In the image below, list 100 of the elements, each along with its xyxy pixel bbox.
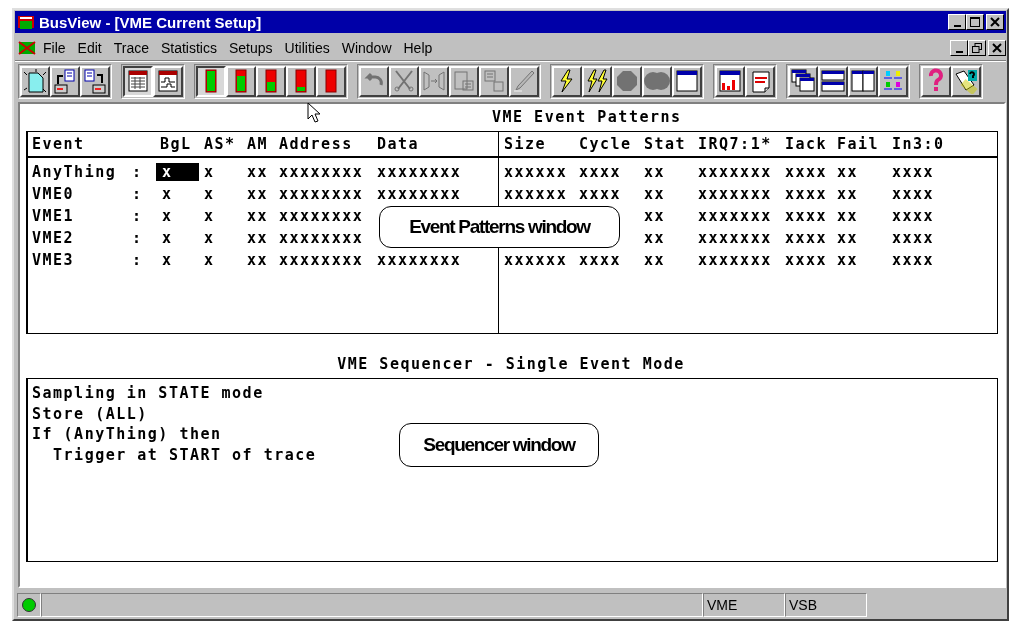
close-icon xyxy=(992,43,1002,53)
callout-label: Sequencer window xyxy=(399,423,599,467)
cascade-windows-button[interactable] xyxy=(788,65,818,97)
pattern-cell[interactable]: xxxxxxxx xyxy=(279,163,364,181)
event-name[interactable]: VME2 xyxy=(32,229,75,247)
table-view-button[interactable] xyxy=(123,65,153,97)
pattern-cell[interactable]: x xyxy=(156,229,173,247)
pattern-cell[interactable]: xxxx xyxy=(892,207,935,225)
pattern-cell[interactable]: xxxxxxxx xyxy=(377,185,462,203)
pattern-cell[interactable]: xxxxxxxx xyxy=(279,185,364,203)
pattern-cell[interactable]: xxxx xyxy=(892,185,935,203)
menu-item[interactable]: Trace xyxy=(107,38,155,58)
menu-item[interactable]: Edit xyxy=(71,38,108,58)
window-button[interactable] xyxy=(672,65,702,97)
pattern-cell[interactable]: xxxxxx xyxy=(504,163,568,181)
octagon-icon xyxy=(614,68,640,94)
open-icon xyxy=(52,68,78,94)
split-icon xyxy=(421,68,447,94)
pattern-cell[interactable]: x xyxy=(156,207,173,225)
pattern-cell[interactable]: x xyxy=(156,185,173,203)
pattern-cell[interactable]: xxxxxxxx xyxy=(377,251,462,269)
menu-item[interactable]: Utilities xyxy=(278,38,336,58)
trigger-button[interactable] xyxy=(552,65,582,97)
panel-title: VME Event Patterns xyxy=(492,107,682,128)
restore-button[interactable] xyxy=(968,40,986,56)
arrange-icons-button[interactable] xyxy=(878,65,908,97)
pattern-cell[interactable]: x xyxy=(156,251,173,269)
close-button[interactable] xyxy=(986,14,1004,30)
pattern-cell[interactable]: xx xyxy=(837,251,859,269)
event-name[interactable]: AnyThing xyxy=(32,163,117,181)
pattern-cell[interactable]: xxxx xyxy=(892,229,935,247)
pattern-cell[interactable]: xxxx xyxy=(579,185,622,203)
pattern-cell[interactable]: xxxxxxx xyxy=(698,185,772,203)
menu-item[interactable]: File xyxy=(37,38,72,58)
pattern-cell[interactable]: x xyxy=(204,185,215,203)
pattern-cell[interactable]: x xyxy=(204,163,215,181)
tile-horizontal-button[interactable] xyxy=(818,65,848,97)
pattern-cell[interactable]: xx xyxy=(644,251,666,269)
pattern-cell[interactable]: xx xyxy=(837,163,859,181)
pattern-cell[interactable]: xxxx xyxy=(892,251,935,269)
close-button[interactable] xyxy=(988,40,1006,56)
pattern-cell[interactable]: xx xyxy=(247,185,269,203)
new-file-button[interactable] xyxy=(20,65,50,97)
pattern-cell[interactable]: xx xyxy=(644,163,666,181)
pattern-cell[interactable]: xxxx xyxy=(785,229,828,247)
pattern-cell[interactable]: xxxx xyxy=(785,163,828,181)
pattern-cell[interactable]: x xyxy=(204,251,215,269)
pattern-cell[interactable]: x xyxy=(204,229,215,247)
tile-vertical-button[interactable] xyxy=(848,65,878,97)
event-name[interactable]: VME0 xyxy=(32,185,75,203)
pattern-cell[interactable]: xx xyxy=(837,185,859,203)
pattern-cell[interactable]: xxxxxx xyxy=(504,251,568,269)
open-button[interactable] xyxy=(50,65,80,97)
sequencer-line: Trigger at START of trace xyxy=(52,445,317,466)
pattern-cell[interactable]: xx xyxy=(247,251,269,269)
pattern-cell[interactable]: xx xyxy=(247,163,269,181)
menu-item[interactable]: Window xyxy=(335,38,398,58)
pattern-cell[interactable]: xxxxxxxx xyxy=(279,251,364,269)
pattern-cell[interactable]: xxxxxxx xyxy=(698,229,772,247)
pattern-cell[interactable]: xxxx xyxy=(785,251,828,269)
waveform-view-button[interactable] xyxy=(153,65,183,97)
context-help-button[interactable] xyxy=(951,65,981,97)
pattern-cell[interactable]: xxxxxxxx xyxy=(377,163,462,181)
column-header: Fail xyxy=(837,135,880,153)
minimize-button[interactable] xyxy=(948,14,966,30)
pattern-cell[interactable]: xxxx xyxy=(579,163,622,181)
pattern-cell[interactable]: xxxxxxx xyxy=(698,251,772,269)
minimize-button[interactable] xyxy=(950,40,968,56)
pattern-cell[interactable]: xxxxxxxx xyxy=(279,229,364,247)
pattern-cell[interactable]: xxxx xyxy=(579,251,622,269)
separator-colon: : xyxy=(132,185,143,203)
pattern-cell[interactable]: xxxxxx xyxy=(504,185,568,203)
pattern-cell[interactable]: xx xyxy=(247,207,269,225)
pattern-cell[interactable]: xxxx xyxy=(892,163,935,181)
pattern-cell[interactable]: xxxxxxx xyxy=(698,163,772,181)
menu-item[interactable]: Statistics xyxy=(154,38,223,58)
pattern-cell[interactable]: xxxx xyxy=(785,207,828,225)
column-header: AS* xyxy=(204,135,236,153)
trap-button[interactable] xyxy=(745,65,775,97)
level-button[interactable] xyxy=(196,65,226,97)
pattern-cell[interactable]: xx xyxy=(644,229,666,247)
help-button[interactable] xyxy=(921,65,951,97)
chart-button[interactable] xyxy=(715,65,745,97)
menu-item[interactable]: Help xyxy=(397,38,439,58)
event-name[interactable]: VME3 xyxy=(32,251,75,269)
pattern-cell[interactable]: xxxxxxxx xyxy=(279,207,364,225)
multi-trigger-button[interactable] xyxy=(582,65,612,97)
menu-item[interactable]: Setups xyxy=(223,38,279,58)
pattern-cell[interactable]: xxxxxxx xyxy=(698,207,772,225)
pattern-cell[interactable]: xx xyxy=(644,207,666,225)
pattern-cell[interactable]: x xyxy=(156,163,199,181)
pattern-cell[interactable]: xx xyxy=(247,229,269,247)
pattern-cell[interactable]: x xyxy=(204,207,215,225)
save-button[interactable] xyxy=(80,65,110,97)
pattern-cell[interactable]: xx xyxy=(837,207,859,225)
pattern-cell[interactable]: xxxx xyxy=(785,185,828,203)
pattern-cell[interactable]: xx xyxy=(837,229,859,247)
maximize-button[interactable] xyxy=(966,14,984,30)
event-name[interactable]: VME1 xyxy=(32,207,75,225)
pattern-cell[interactable]: xx xyxy=(644,185,666,203)
